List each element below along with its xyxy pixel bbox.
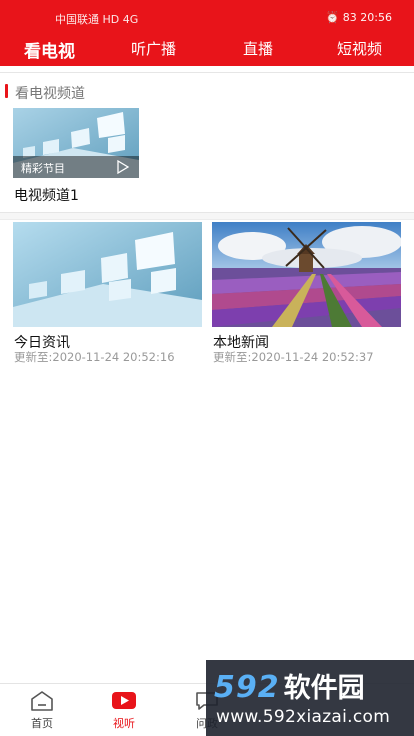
- watermark-number: 592: [214, 670, 280, 705]
- section-title: 看电视频道: [15, 86, 85, 102]
- play-icon: [117, 160, 129, 174]
- watermark-logo: 592 软件园: [214, 666, 365, 705]
- channel-caption: 精彩节目: [21, 162, 65, 175]
- video-play-icon: [112, 692, 136, 709]
- tab-short-video[interactable]: 短视频: [337, 38, 382, 59]
- carrier-text: 中国联通 HD 4G: [55, 13, 139, 26]
- section-accent-bar: [5, 84, 8, 98]
- section-separator: [0, 212, 414, 220]
- nav-audio-video[interactable]: 视听: [94, 684, 154, 736]
- status-time-text: ⏰ 83 20:56: [325, 11, 392, 24]
- nav-label-home: 首页: [31, 717, 53, 730]
- nav-label-audio-video: 视听: [113, 717, 135, 730]
- home-icon: [31, 691, 53, 711]
- tab-watch-tv[interactable]: 看电视: [24, 37, 75, 62]
- app-screen: 中国联通 HD 4G ⏰ 83 20:56 看电视 听广播 直播 短视频 看电视…: [0, 0, 414, 736]
- top-tab-bar: 看电视 听广播 直播 短视频: [0, 32, 414, 66]
- status-right-text: ⏰ 83 20:56: [326, 11, 392, 24]
- watermark-url: www.592xiazai.com: [216, 707, 391, 727]
- nav-home[interactable]: 首页: [12, 684, 72, 736]
- news-thumbnail: [13, 222, 202, 327]
- news-updated-time: 更新至:2020-11-24 20:52:37: [213, 350, 374, 364]
- status-bar: 中国联通 HD 4G ⏰ 83 20:56: [0, 0, 414, 32]
- news-card-today[interactable]: 今日资讯 更新至:2020-11-24 20:52:16: [13, 222, 202, 364]
- divider: [0, 72, 414, 73]
- watermark-name: 软件园: [283, 673, 365, 704]
- channel-name[interactable]: 电视频道1: [14, 185, 79, 205]
- watermark: 592 软件园 www.592xiazai.com: [206, 660, 414, 736]
- news-thumbnail: [212, 222, 401, 327]
- channel-card[interactable]: 精彩节目: [13, 108, 139, 178]
- news-updated-time: 更新至:2020-11-24 20:52:16: [14, 350, 175, 364]
- caption-overlay: 精彩节目: [13, 156, 139, 178]
- news-card-local[interactable]: 本地新闻 更新至:2020-11-24 20:52:37: [212, 222, 401, 364]
- tab-radio[interactable]: 听广播: [131, 38, 176, 59]
- tab-live[interactable]: 直播: [243, 38, 273, 59]
